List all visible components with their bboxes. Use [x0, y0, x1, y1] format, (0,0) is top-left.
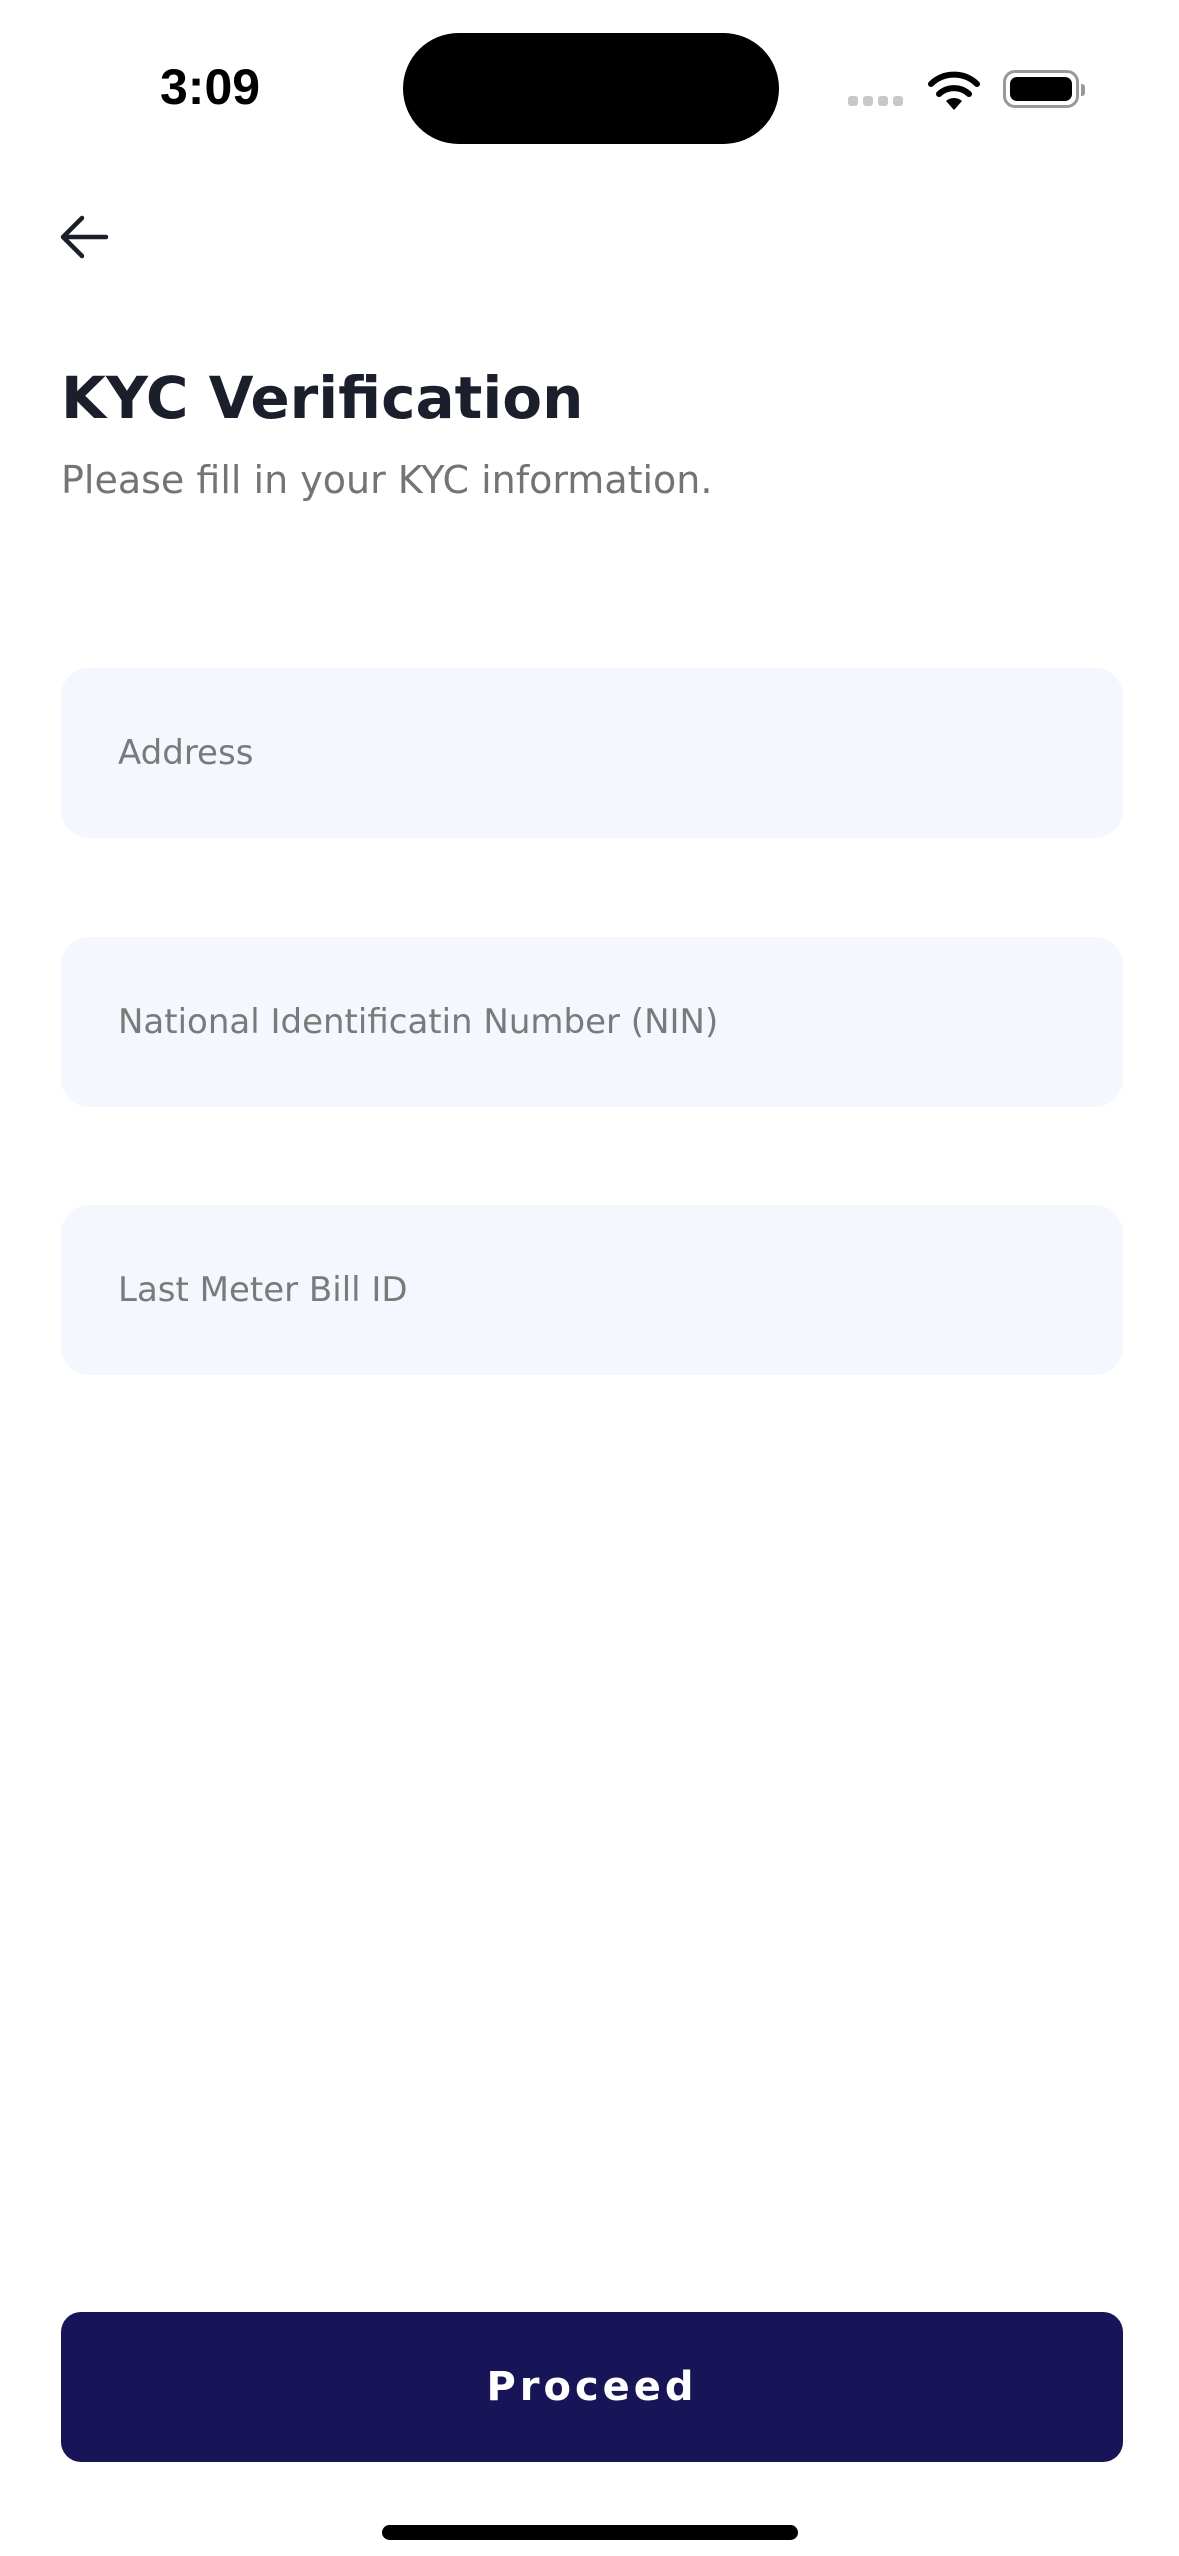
address-input[interactable]: [61, 668, 1123, 838]
meter-bill-id-input[interactable]: [61, 1205, 1123, 1375]
home-indicator[interactable]: [382, 2525, 798, 2540]
status-time: 3:09: [160, 59, 261, 115]
arrow-left-icon[interactable]: [58, 212, 110, 262]
page-subtitle: Please fill in your KYC information.: [61, 458, 713, 502]
page-title: KYC Verification: [61, 364, 584, 432]
battery-icon: [1003, 70, 1085, 108]
wifi-icon: [928, 71, 980, 110]
dynamic-island: [403, 33, 779, 144]
nin-input[interactable]: [61, 937, 1123, 1107]
proceed-button[interactable]: Proceed: [61, 2312, 1123, 2462]
signal-icon: [848, 96, 903, 106]
